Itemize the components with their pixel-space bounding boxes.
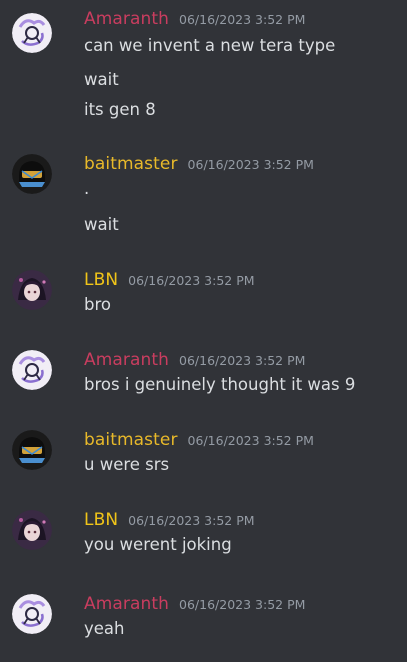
message-text: u were srs [84,455,170,474]
message-header: Amaranth 06/16/2023 3:52 PM [84,9,305,31]
anime-girl-avatar-icon[interactable] [12,270,52,310]
message-text: wait [84,70,119,89]
timestamp: 06/16/2023 3:52 PM [179,353,306,368]
message-text: you werent joking [84,535,232,554]
white-purple-avatar-icon[interactable] [12,13,52,53]
message-header: Amaranth 06/16/2023 3:52 PM [84,350,305,372]
message-text: can we invent a new tera type [84,36,336,55]
username[interactable]: baitmaster [84,430,178,450]
message-header: baitmaster 06/16/2023 3:52 PM [84,430,314,452]
timestamp: 06/16/2023 3:52 PM [187,433,314,448]
message-group: Amaranth 06/16/2023 3:52 PM yeah [0,594,407,644]
timestamp: 06/16/2023 3:52 PM [179,12,306,27]
timestamp: 06/16/2023 3:52 PM [179,597,306,612]
helmet-avatar-icon[interactable] [12,154,52,194]
username[interactable]: Amaranth [84,9,169,29]
message-group: Amaranth 06/16/2023 3:52 PM bros i genui… [0,350,407,400]
username[interactable]: baitmaster [84,154,178,174]
timestamp: 06/16/2023 3:52 PM [187,157,314,172]
message-header: baitmaster 06/16/2023 3:52 PM [84,154,314,176]
username[interactable]: Amaranth [84,594,169,614]
timestamp: 06/16/2023 3:52 PM [128,513,255,528]
username[interactable]: LBN [84,270,118,290]
message-group: baitmaster 06/16/2023 3:52 PM u were srs [0,430,407,480]
message-header: LBN 06/16/2023 3:52 PM [84,270,255,292]
message-text: its gen 8 [84,100,156,119]
white-purple-avatar-icon[interactable] [12,594,52,634]
message-text: bros i genuinely thought it was 9 [84,375,356,394]
timestamp: 06/16/2023 3:52 PM [128,273,255,288]
anime-girl-avatar-icon[interactable] [12,510,52,550]
username[interactable]: LBN [84,510,118,530]
message-header: Amaranth 06/16/2023 3:52 PM [84,594,305,616]
message-text: yeah [84,619,125,638]
message-text: wait [84,215,119,234]
username[interactable]: Amaranth [84,350,169,370]
message-header: LBN 06/16/2023 3:52 PM [84,510,255,532]
message-group: LBN 06/16/2023 3:52 PM bro [0,270,407,320]
message-text: bro [84,295,111,314]
message-group: baitmaster 06/16/2023 3:52 PM . wait [0,154,407,238]
helmet-avatar-icon[interactable] [12,430,52,470]
message-group: Amaranth 06/16/2023 3:52 PM can we inven… [0,9,407,129]
white-purple-avatar-icon[interactable] [12,350,52,390]
message-text: . [84,179,90,198]
message-group: LBN 06/16/2023 3:52 PM you werent joking [0,510,407,560]
